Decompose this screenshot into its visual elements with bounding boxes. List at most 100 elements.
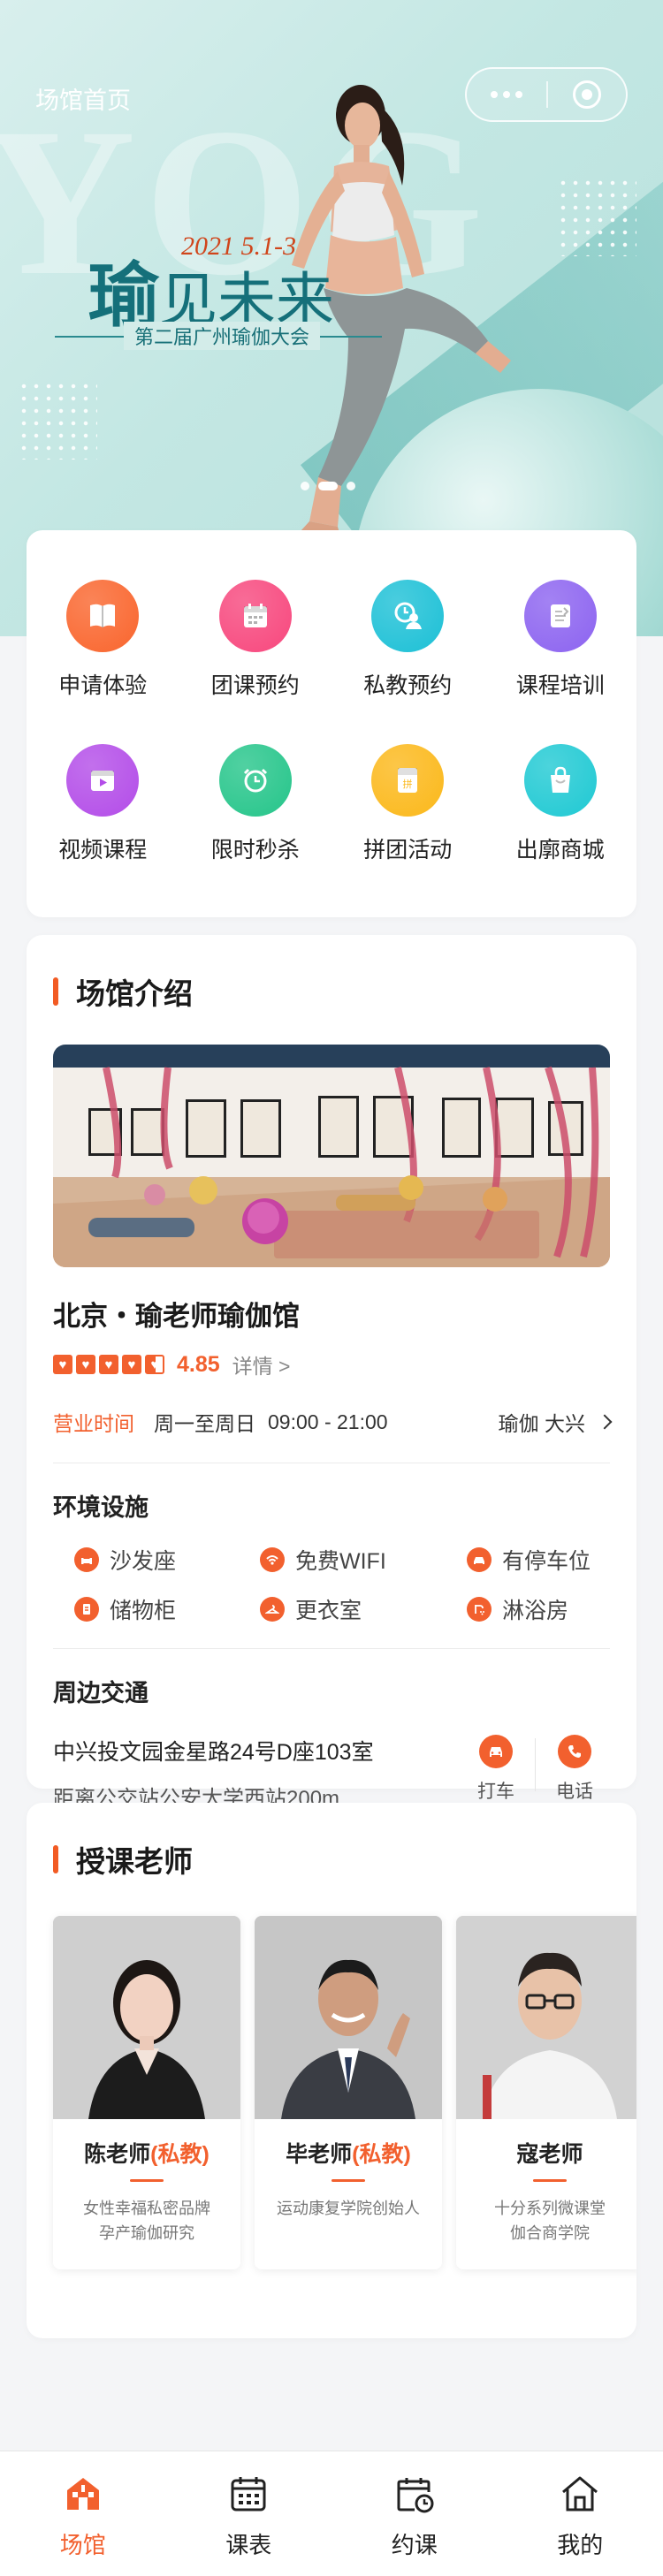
home-icon [562, 2476, 598, 2511]
phone-button[interactable]: 电话 [539, 1735, 610, 1804]
teacher-photo [53, 1916, 240, 2119]
person-clock-icon [371, 580, 445, 652]
facility-item: 有停车位 [467, 1544, 631, 1576]
name-underline [533, 2179, 567, 2182]
shopping-bag-icon [523, 744, 597, 817]
traffic-info: 中兴投文园金星路24号D座103室 距离公交站公安大学西站200m 打车 电话 [53, 1735, 610, 1812]
teacher-list[interactable]: 陈老师(私教) 女性幸福私密品牌 孕产瑜伽研究 毕老师(私教) 运动康复学院创始… [53, 1916, 636, 2269]
venue-address: 中兴投文园金星路24号D座103室 [53, 1740, 374, 1765]
course-book-icon [523, 580, 597, 652]
book-icon [66, 580, 140, 652]
carousel-dot[interactable] [347, 482, 355, 490]
hours-label: 营业时间 [53, 1412, 134, 1435]
dot-pattern [18, 380, 97, 460]
traffic-text: 中兴投文园金星路24号D座103室 距离公交站公安大学西站200m [53, 1735, 461, 1812]
teacher-photo [255, 1916, 442, 2119]
bottom-tab-bar: 场馆 课表 约课 我的 [0, 2451, 663, 2576]
facilities-title: 环境设施 [53, 1494, 149, 1521]
name-underline [332, 2179, 365, 2182]
hanger-icon [260, 1597, 285, 1622]
menu-item-alarm-clock[interactable]: 限时秒杀 [179, 744, 332, 864]
menu-item-person-clock[interactable]: 私教预约 [332, 580, 484, 700]
facility-item: 免费WIFI [260, 1544, 467, 1576]
facility-label: 免费WIFI [295, 1549, 386, 1574]
action-divider [535, 1738, 536, 1791]
taxi-label: 打车 [477, 1782, 514, 1802]
facility-item: 更衣室 [260, 1593, 467, 1625]
venue-icon [66, 2478, 99, 2510]
menu-item-course-book[interactable]: 课程培训 [484, 580, 637, 700]
carousel-dot-active[interactable] [318, 482, 338, 490]
feature-menu-card: 申请体验 团课预约 私教预约 课程培训 视频课程 限时秒杀拼拼团活动 出廓商城 [27, 530, 636, 917]
locker-icon [74, 1597, 99, 1622]
star-rating: ♥ ♥ ♥ ♥ ♥ [53, 1355, 168, 1374]
divider [53, 1648, 610, 1649]
hours-days: 周一至周日 [154, 1412, 255, 1435]
menu-label: 申请体验 [58, 673, 148, 698]
venue-section-title: 场馆介绍 [53, 970, 610, 1013]
menu-item-shopping-bag[interactable]: 出廓商城 [484, 744, 637, 864]
teacher-name: 毕老师(私教) [286, 2142, 411, 2167]
teacher-name: 陈老师(私教) [84, 2142, 210, 2167]
mini-program-capsule [465, 67, 628, 122]
teachers-card: 授课老师 陈老师(私教) 女性幸福私密品牌 孕产瑜伽研究 毕老师(私教) 运动康… [27, 1803, 636, 2338]
tab-schedule[interactable]: 课表 [166, 2451, 332, 2576]
venue-intro-card: 场馆介绍 北京・瑜老师瑜伽馆 ♥ ♥ ♥ ♥ ♥ 4.85 详情 > 营业时间 … [27, 935, 636, 1811]
teacher-card[interactable]: 陈老师(私教) 女性幸福私密品牌 孕产瑜伽研究 [53, 1916, 240, 2269]
facility-grid: 沙发座 免费WIFI 有停车位 储物柜 更衣室 淋浴房 [53, 1544, 610, 1625]
venue-tags: 瑜伽 大兴 [498, 1412, 585, 1435]
menu-label: 课程培训 [515, 673, 605, 698]
facility-item: 沙发座 [74, 1544, 260, 1576]
facility-label: 淋浴房 [502, 1599, 569, 1623]
feature-menu-grid: 申请体验 团课预约 私教预约 课程培训 视频课程 限时秒杀拼拼团活动 出廓商城 [27, 580, 636, 864]
menu-item-video[interactable]: 视频课程 [27, 744, 179, 864]
schedule-icon [231, 2477, 266, 2511]
star-full-icon: ♥ [99, 1355, 118, 1374]
menu-label: 视频课程 [58, 838, 148, 862]
car-icon [479, 1735, 513, 1768]
traffic-title: 周边交通 [53, 1680, 149, 1706]
taxi-button[interactable]: 打车 [461, 1735, 531, 1804]
calendar-icon [218, 580, 292, 652]
chevron-right-icon [597, 1414, 613, 1430]
teacher-description: 十分系列微课堂 伽合商学院 [494, 2200, 606, 2242]
group-ticket-icon: 拼 [371, 744, 445, 817]
carousel-indicator[interactable] [301, 482, 355, 490]
menu-item-group-ticket[interactable]: 拼拼团活动 [332, 744, 484, 864]
teacher-description: 运动康复学院创始人 [277, 2200, 420, 2217]
teacher-card[interactable]: 毕老师(私教) 运动康复学院创始人 [255, 1916, 442, 2269]
alarm-clock-icon [218, 744, 292, 817]
menu-item-calendar[interactable]: 团课预约 [179, 580, 332, 700]
menu-label: 出廓商城 [515, 838, 605, 862]
more-button[interactable] [467, 69, 546, 120]
tab-label: 场馆 [59, 2532, 106, 2558]
phone-icon [558, 1735, 591, 1768]
rating-detail-link[interactable]: 详情 > [232, 1349, 291, 1379]
teacher-tag: (私教) [352, 2142, 411, 2167]
teacher-description: 女性幸福私密品牌 孕产瑜伽研究 [83, 2200, 210, 2242]
name-underline [130, 2179, 164, 2182]
venue-tags-link[interactable]: 瑜伽 大兴 [498, 1407, 613, 1437]
venue-name: 北京・瑜老师瑜伽馆 [53, 1301, 300, 1332]
hours-time: 09:00 - 21:00 [268, 1410, 388, 1433]
menu-label: 私教预约 [363, 673, 453, 698]
facility-label: 储物柜 [110, 1599, 177, 1623]
page-title: 场馆首页 [35, 87, 131, 114]
tab-venue[interactable]: 场馆 [0, 2451, 166, 2576]
close-button[interactable] [548, 69, 626, 120]
yoga-studio-illustration [53, 1045, 610, 1267]
tab-mine[interactable]: 我的 [498, 2451, 663, 2576]
carousel-dot[interactable] [301, 482, 309, 490]
teacher-photo [456, 1916, 636, 2119]
phone-label: 电话 [556, 1782, 593, 1802]
teacher-card[interactable]: 寇老师 十分系列微课堂 伽合商学院 [456, 1916, 636, 2269]
venue-photo[interactable] [53, 1045, 610, 1267]
tab-booking[interactable]: 约课 [332, 2451, 498, 2576]
facility-label: 沙发座 [110, 1549, 177, 1574]
menu-label: 拼团活动 [363, 838, 453, 862]
menu-item-book[interactable]: 申请体验 [27, 580, 179, 700]
rating-score: 4.85 [177, 1351, 220, 1377]
facility-item: 淋浴房 [467, 1593, 631, 1625]
facility-item: 储物柜 [74, 1593, 260, 1625]
menu-label: 限时秒杀 [210, 838, 300, 862]
